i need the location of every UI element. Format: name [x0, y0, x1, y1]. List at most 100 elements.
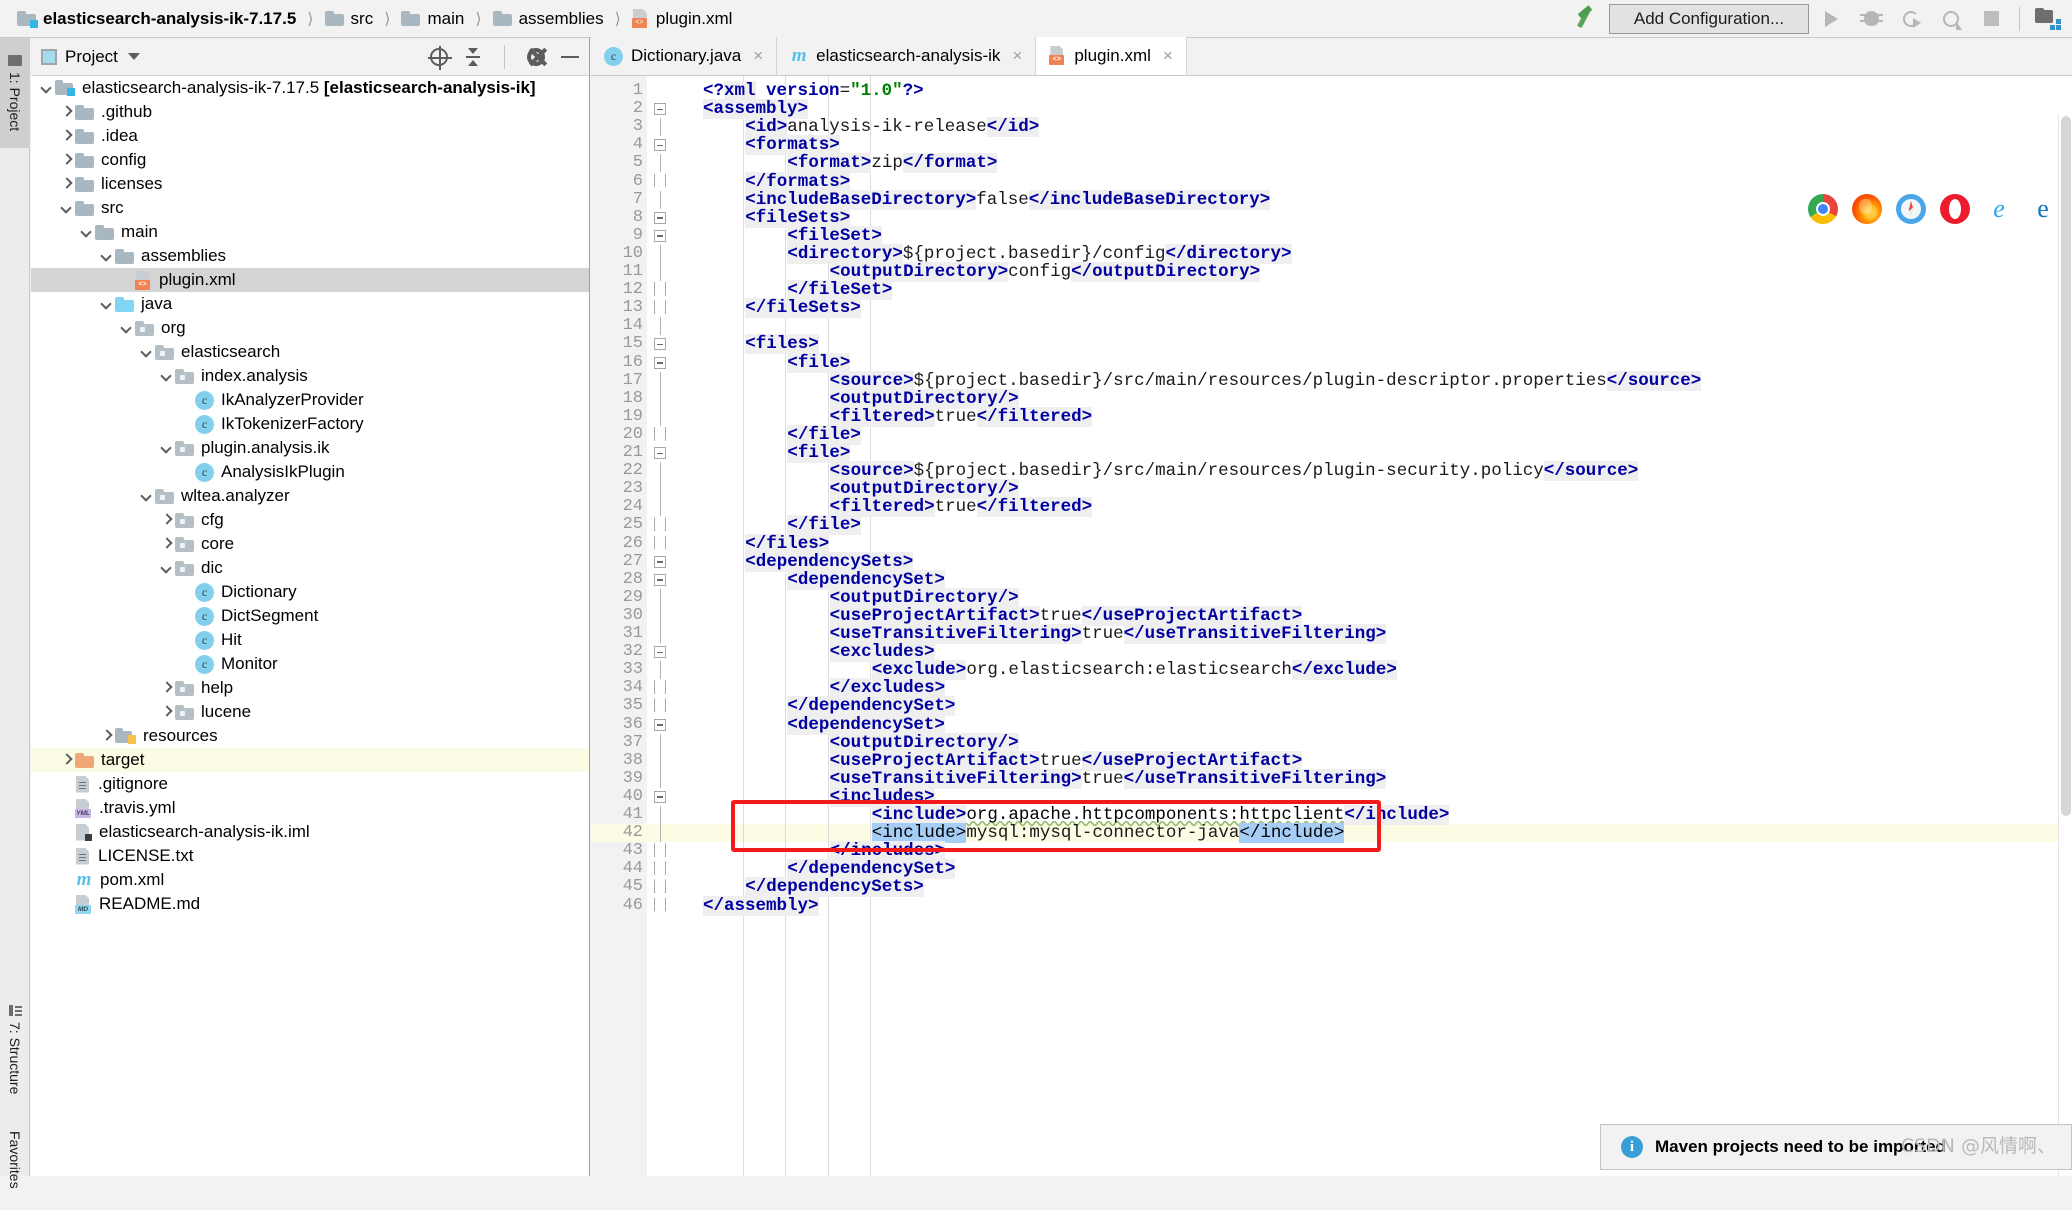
search-everywhere-icon[interactable] — [2030, 4, 2066, 34]
chevron-down-icon[interactable] — [159, 440, 175, 456]
profiler-icon[interactable] — [1933, 4, 1969, 34]
tree-item-java[interactable]: java — [31, 292, 589, 316]
fold-end-icon[interactable] — [653, 173, 667, 191]
chevron-right-icon[interactable] — [159, 704, 175, 720]
tree-item-analysisikplugin[interactable]: c AnalysisIkPlugin — [31, 460, 589, 484]
fold-expand-icon[interactable] — [653, 136, 667, 154]
fold-end-icon[interactable] — [653, 535, 667, 553]
fold-expand-icon[interactable] — [653, 788, 667, 806]
tree-item-core[interactable]: core — [31, 532, 589, 556]
chevron-right-icon[interactable] — [59, 752, 75, 768]
chevron-right-icon[interactable] — [59, 176, 75, 192]
tree-item-dictsegment[interactable]: c DictSegment — [31, 604, 589, 628]
chevron-down-icon[interactable] — [39, 80, 55, 96]
tree-item-monitor[interactable]: c Monitor — [31, 652, 589, 676]
fold-end-icon[interactable] — [653, 878, 667, 896]
tree-item-elasticsearch-analysis-ik-7-17-5[interactable]: elasticsearch-analysis-ik-7.17.5 [elasti… — [31, 76, 589, 100]
chevron-down-icon[interactable] — [59, 200, 75, 216]
opera-icon[interactable] — [1940, 194, 1970, 224]
firefox-icon[interactable] — [1852, 194, 1882, 224]
editor-scrollbar[interactable] — [2058, 114, 2072, 1176]
settings-gear-icon[interactable] — [527, 47, 545, 66]
tree-item-target[interactable]: target — [31, 748, 589, 772]
breadcrumb-item-plugin-xml[interactable]: <> plugin.xml — [629, 9, 736, 29]
editor-tab-dictionary-java[interactable]: c Dictionary.java × — [591, 37, 778, 75]
fold-expand-icon[interactable] — [653, 553, 667, 571]
close-icon[interactable]: × — [1163, 46, 1173, 66]
chevron-down-icon[interactable] — [79, 224, 95, 240]
chevron-down-icon[interactable] — [99, 296, 115, 312]
fold-expand-icon[interactable] — [653, 227, 667, 245]
fold-end-icon[interactable] — [653, 426, 667, 444]
fold-expand-icon[interactable] — [653, 716, 667, 734]
tree-item-github[interactable]: .github — [31, 100, 589, 124]
fold-expand-icon[interactable] — [653, 100, 667, 118]
code-content[interactable]: <?xml version="1.0"?> <assembly> <id>analy… — [703, 76, 2072, 1176]
tree-item-iktokenizerfactory[interactable]: c IkTokenizerFactory — [31, 412, 589, 436]
tree-item-src[interactable]: src — [31, 196, 589, 220]
run-icon[interactable] — [1813, 4, 1849, 34]
tree-item-idea[interactable]: .idea — [31, 124, 589, 148]
fold-end-icon[interactable] — [653, 897, 667, 915]
edge-icon[interactable]: e — [1984, 194, 2014, 224]
tree-item-travis-yml[interactable]: YML .travis.yml — [31, 796, 589, 820]
chevron-down-icon[interactable] — [159, 560, 175, 576]
tree-item-help[interactable]: help — [31, 676, 589, 700]
hide-icon[interactable] — [561, 55, 579, 58]
add-configuration-button[interactable]: Add Configuration... — [1609, 3, 1809, 34]
tree-item-dic[interactable]: dic — [31, 556, 589, 580]
tree-item-elasticsearch-analysis-ik-iml[interactable]: elasticsearch-analysis-ik.iml — [31, 820, 589, 844]
tree-item-gitignore[interactable]: .gitignore — [31, 772, 589, 796]
fold-expand-icon[interactable] — [653, 444, 667, 462]
tree-item-licenses[interactable]: licenses — [31, 172, 589, 196]
debug-icon[interactable] — [1853, 4, 1889, 34]
fold-end-icon[interactable] — [653, 281, 667, 299]
tree-item-cfg[interactable]: cfg — [31, 508, 589, 532]
chevron-right-icon[interactable] — [59, 128, 75, 144]
fold-expand-icon[interactable] — [653, 571, 667, 589]
chevron-down-icon[interactable] — [139, 488, 155, 504]
fold-end-icon[interactable] — [653, 697, 667, 715]
code-editor[interactable]: 1 2 3 4 5 6 7 8 9 10 11 12 13 14 15 16 17 18 19 20 21 22 23 24 2… — [591, 76, 2072, 1176]
project-tree[interactable]: elasticsearch-analysis-ik-7.17.5 [elasti… — [31, 76, 589, 1176]
tree-item-main[interactable]: main — [31, 220, 589, 244]
fold-expand-icon[interactable] — [653, 643, 667, 661]
tree-item-assemblies[interactable]: assemblies — [31, 244, 589, 268]
sidebar-item-structure[interactable]: 7: Structure — [0, 990, 30, 1110]
tree-item-resources[interactable]: resources — [31, 724, 589, 748]
safari-icon[interactable] — [1896, 194, 1926, 224]
fold-expand-icon[interactable] — [653, 335, 667, 353]
tree-item-wltea-analyzer[interactable]: wltea.analyzer — [31, 484, 589, 508]
stop-icon[interactable] — [1973, 4, 2009, 34]
fold-expand-icon[interactable] — [653, 209, 667, 227]
run-with-coverage-icon[interactable] — [1893, 4, 1929, 34]
fold-end-icon[interactable] — [653, 842, 667, 860]
chevron-down-icon[interactable] — [119, 320, 135, 336]
chrome-icon[interactable] — [1808, 194, 1838, 224]
chevron-right-icon[interactable] — [159, 536, 175, 552]
close-icon[interactable]: × — [1012, 46, 1022, 66]
scroll-from-source-icon[interactable] — [428, 45, 452, 70]
editor-tab-plugin-xml[interactable]: <> plugin.xml × — [1036, 37, 1187, 75]
chevron-down-icon[interactable] — [127, 53, 140, 60]
sidebar-item-favorites[interactable]: Favorites — [0, 1110, 30, 1210]
tree-item-org[interactable]: org — [31, 316, 589, 340]
tree-item-index-analysis[interactable]: index.analysis — [31, 364, 589, 388]
chevron-down-icon[interactable] — [159, 368, 175, 384]
breadcrumb-item-src[interactable]: src — [322, 9, 377, 29]
tree-item-license-txt[interactable]: LICENSE.txt — [31, 844, 589, 868]
editor-tab-elasticsearch-analysis-ik[interactable]: m elasticsearch-analysis-ik × — [777, 37, 1037, 75]
tree-item-pom-xml[interactable]: m pom.xml — [31, 868, 589, 892]
breadcrumb-item-project[interactable]: elasticsearch-analysis-ik-7.17.5 — [14, 9, 299, 29]
tree-item-hit[interactable]: c Hit — [31, 628, 589, 652]
fold-end-icon[interactable] — [653, 860, 667, 878]
tree-item-plugin-analysis-ik[interactable]: plugin.analysis.ik — [31, 436, 589, 460]
fold-end-icon[interactable] — [653, 516, 667, 534]
tree-item-dictionary[interactable]: c Dictionary — [31, 580, 589, 604]
tree-item-elasticsearch[interactable]: elasticsearch — [31, 340, 589, 364]
breadcrumb-item-main[interactable]: main — [398, 9, 467, 29]
fold-end-icon[interactable] — [653, 299, 667, 317]
tree-item-plugin-xml[interactable]: <> plugin.xml — [31, 268, 589, 292]
tree-item-readme-md[interactable]: MD README.md — [31, 892, 589, 916]
sidebar-item-project[interactable]: 1: Project — [0, 38, 30, 148]
